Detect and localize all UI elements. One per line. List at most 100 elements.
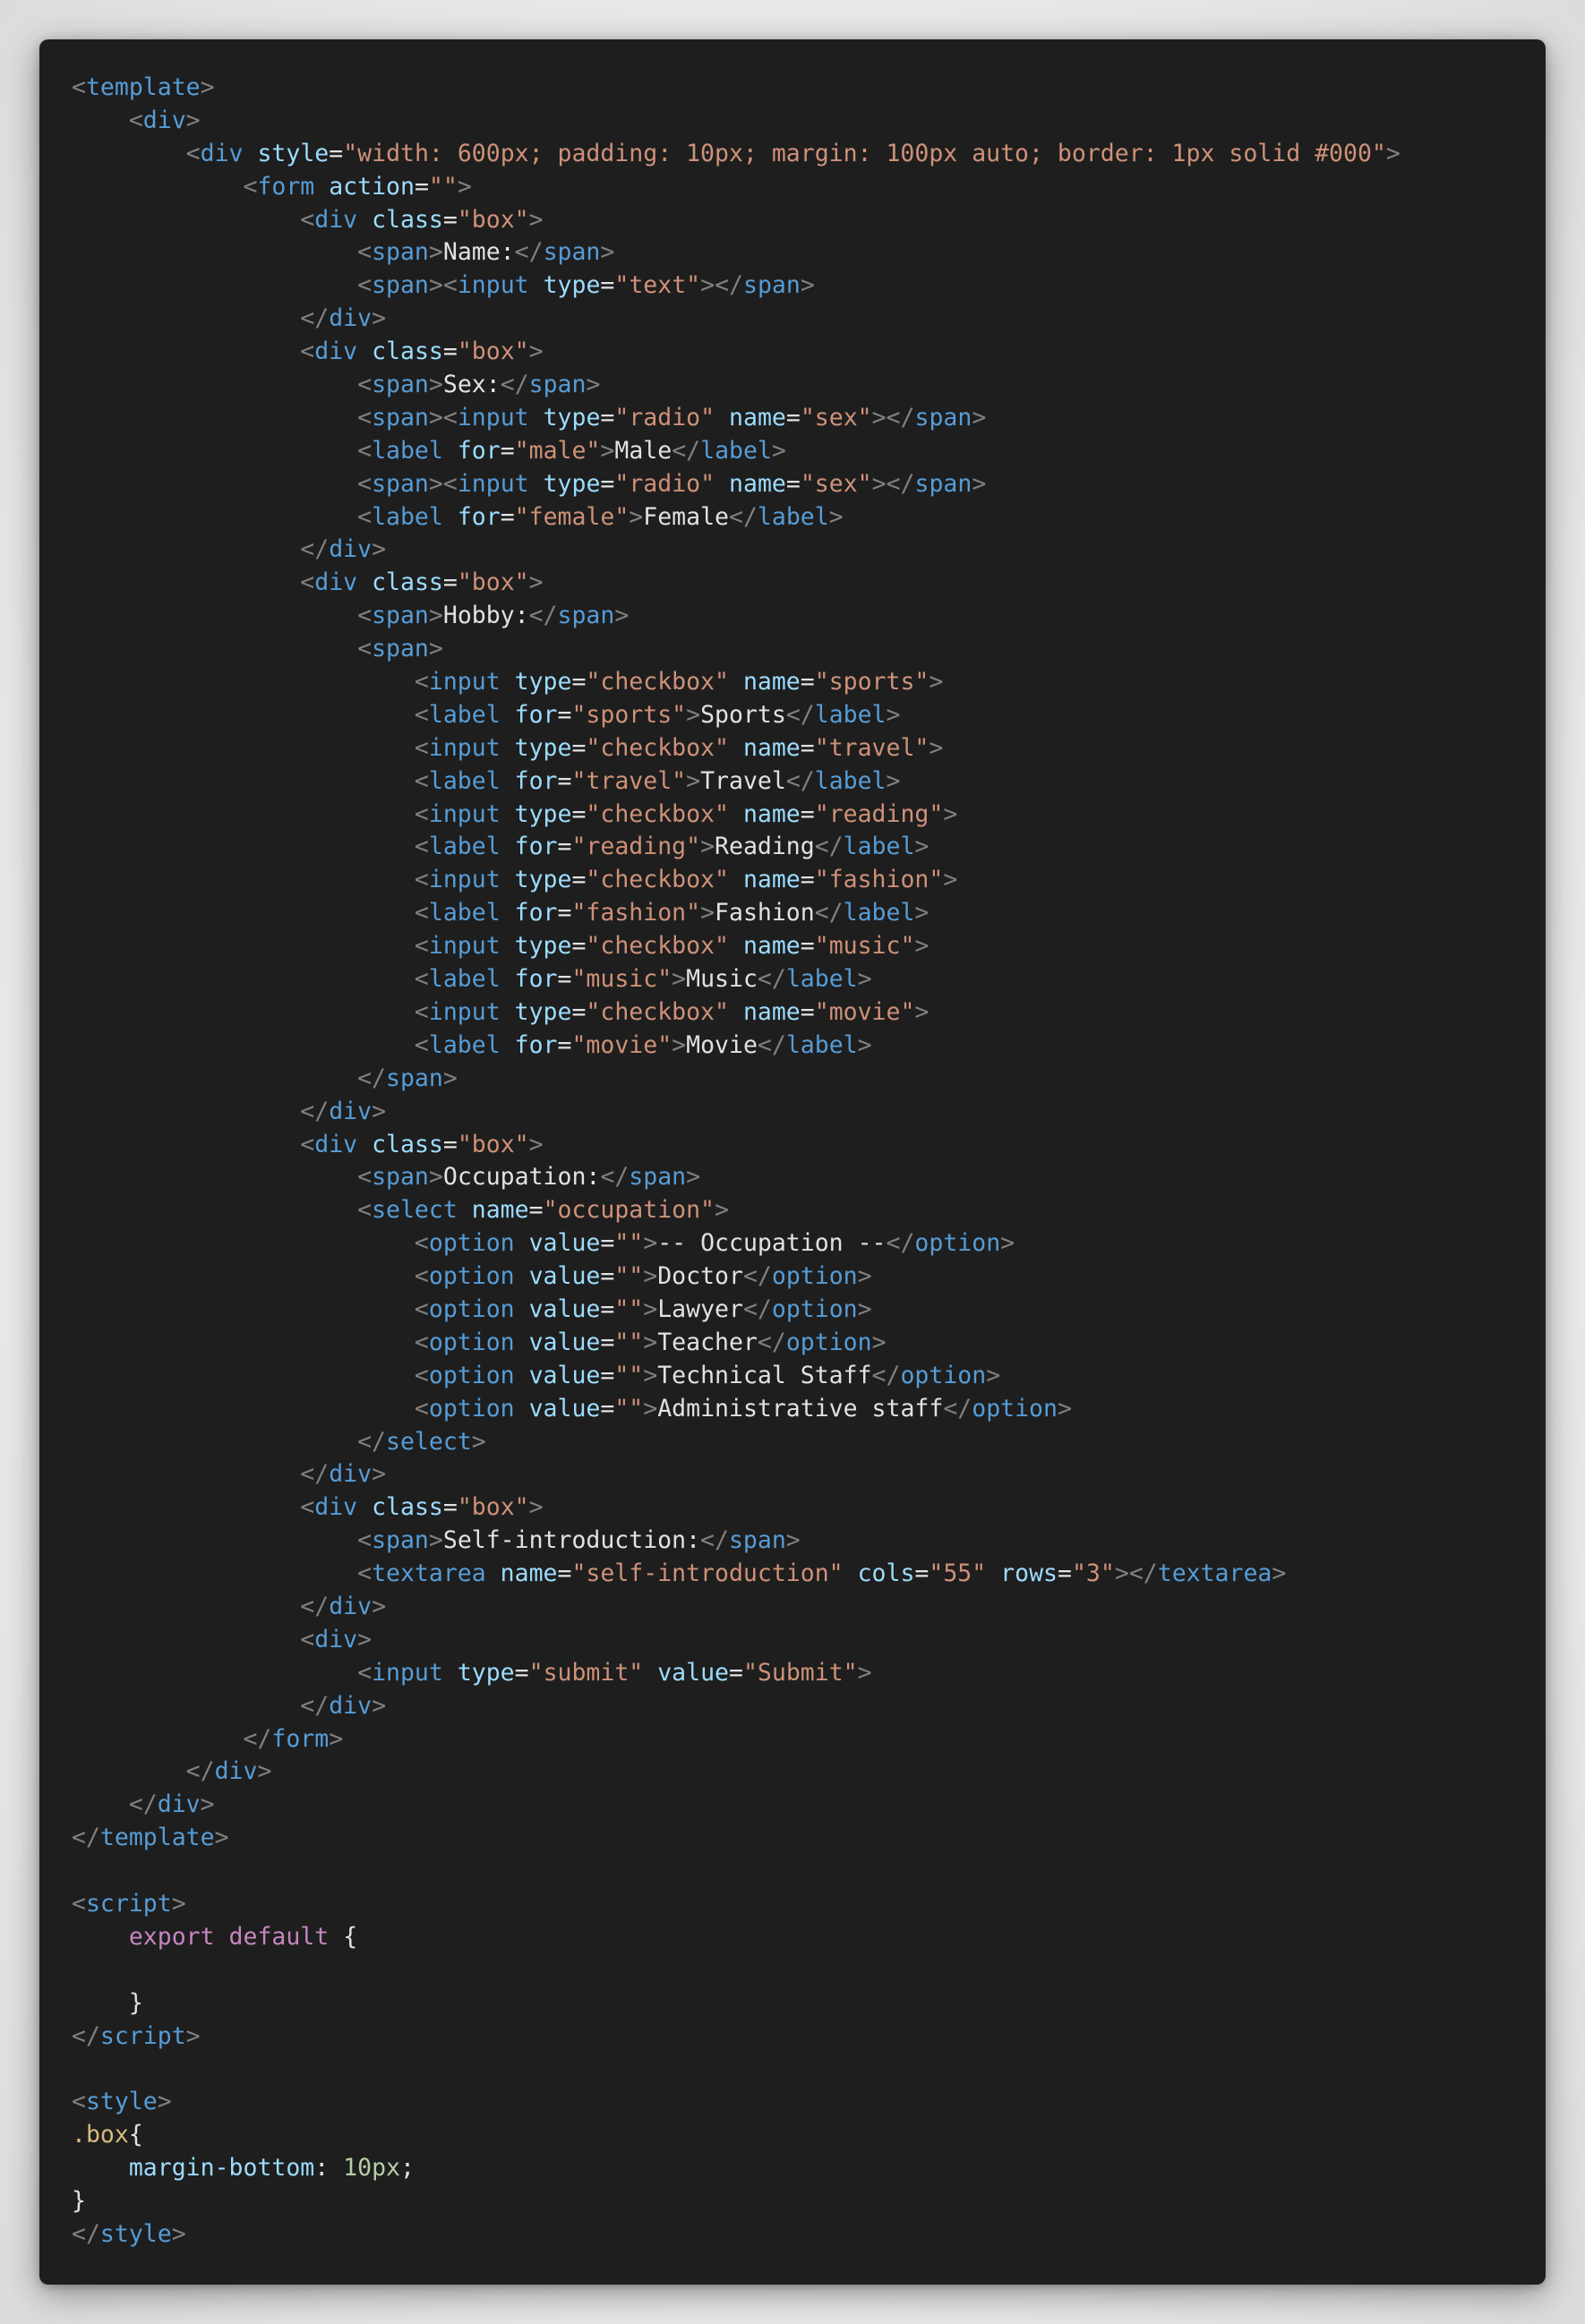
code-text: =: [514, 1658, 529, 1687]
code-line: <label for="travel">Travel</label>: [72, 765, 1401, 799]
code-string: "music": [571, 965, 673, 994]
code-block[interactable]: <template> <div> <div style="width: 600p…: [72, 72, 1401, 2251]
code-line: </div>: [72, 1591, 1401, 1624]
code-punctuation: >: [914, 833, 930, 861]
code-punctuation: >: [185, 106, 201, 134]
code-line: <div class="box">: [72, 1491, 1401, 1525]
code-line: <div class="box">: [72, 336, 1401, 369]
code-string: "checkbox": [586, 866, 729, 894]
code-text: -- Occupation --: [657, 1229, 887, 1258]
code-attribute: name: [729, 403, 786, 431]
code-text: Lawyer: [657, 1294, 743, 1323]
code-punctuation: </: [700, 1526, 729, 1555]
code-tag-name: option: [428, 1229, 515, 1258]
code-punctuation: >: [785, 1526, 801, 1555]
code-tag-name: div: [200, 139, 244, 167]
code-attribute: value: [528, 1328, 601, 1356]
code-line: </form>: [72, 1723, 1401, 1756]
code-text: =: [571, 799, 587, 828]
code-text: =: [442, 1493, 458, 1522]
code-line: <span>Occupation:</span>: [72, 1161, 1401, 1194]
code-punctuation: >: [643, 1229, 658, 1258]
code-punctuation: </: [500, 371, 529, 399]
code-tag-name: template: [99, 1824, 215, 1852]
code-punctuation: >: [528, 205, 544, 234]
code-punctuation: </: [742, 1294, 772, 1323]
code-line: export default {: [72, 1921, 1401, 1954]
code-text: =: [500, 502, 515, 531]
code-line: <span>Hobby:</span>: [72, 600, 1401, 633]
code-punctuation: </: [672, 436, 701, 465]
code-tag-name: input: [428, 668, 501, 696]
code-punctuation: <: [357, 635, 373, 663]
code-string: "": [614, 1328, 644, 1356]
code-text: Music: [686, 965, 758, 994]
code-line: <label for="movie">Movie</label>: [72, 1030, 1401, 1063]
code-punctuation: </: [943, 1394, 972, 1423]
code-string: "female": [514, 502, 630, 531]
code-punctuation: </: [785, 766, 815, 795]
code-string: "": [614, 1262, 644, 1291]
code-punctuation: </: [757, 1328, 786, 1356]
code-punctuation: >: [643, 1294, 658, 1323]
code-punctuation: >: [672, 1030, 687, 1059]
code-line: <option value="">Technical Staff</option…: [72, 1360, 1401, 1393]
code-attribute: class: [372, 1493, 443, 1522]
code-text: =: [571, 997, 587, 1026]
code-line: </div>: [72, 1096, 1401, 1129]
code-editor-panel[interactable]: <template> <div> <div style="width: 600p…: [39, 39, 1546, 2285]
code-string: "box": [457, 1493, 529, 1522]
code-line: <input type="checkbox" name="music">: [72, 930, 1401, 963]
code-punctuation: >: [1114, 1559, 1129, 1588]
code-attribute: for: [514, 1030, 558, 1059]
code-string: "": [614, 1229, 644, 1258]
code-punctuation: >: [372, 304, 387, 333]
code-tag-name: div: [314, 205, 358, 234]
code-line: <option value="">-- Occupation --</optio…: [72, 1227, 1401, 1260]
code-punctuation: >: [686, 700, 701, 729]
code-attribute: value: [528, 1361, 601, 1389]
code-attribute: for: [514, 899, 558, 927]
code-punctuation: <: [185, 139, 201, 167]
code-punctuation: >: [428, 602, 443, 630]
code-string: "checkbox": [586, 932, 729, 961]
code-attribute: for: [457, 436, 501, 465]
code-line: </span>: [72, 1063, 1401, 1096]
code-text: =: [557, 700, 572, 729]
code-punctuation: <: [414, 1229, 429, 1258]
code-tag-name: label: [428, 833, 501, 861]
code-punctuation: <: [72, 2088, 86, 2116]
code-punctuation: </: [128, 1790, 158, 1819]
code-line: </div>: [72, 1789, 1401, 1822]
code-keyword: export: [128, 1922, 215, 1951]
code-punctuation: </: [72, 2021, 100, 2050]
code-punctuation: </: [757, 965, 786, 994]
code-string: "sports": [571, 700, 687, 729]
code-punctuation: >: [428, 469, 443, 498]
code-tag-name: div: [314, 1625, 358, 1653]
code-punctuation: >: [171, 1889, 186, 1918]
code-tag-name: label: [814, 766, 887, 795]
code-attribute: for: [514, 833, 558, 861]
code-punctuation: >: [972, 403, 987, 431]
code-tag-name: label: [785, 1030, 858, 1059]
code-tag-name: label: [428, 899, 501, 927]
code-line: <label for="male">Male</label>: [72, 435, 1401, 468]
code-text: Self-introduction:: [442, 1526, 701, 1555]
